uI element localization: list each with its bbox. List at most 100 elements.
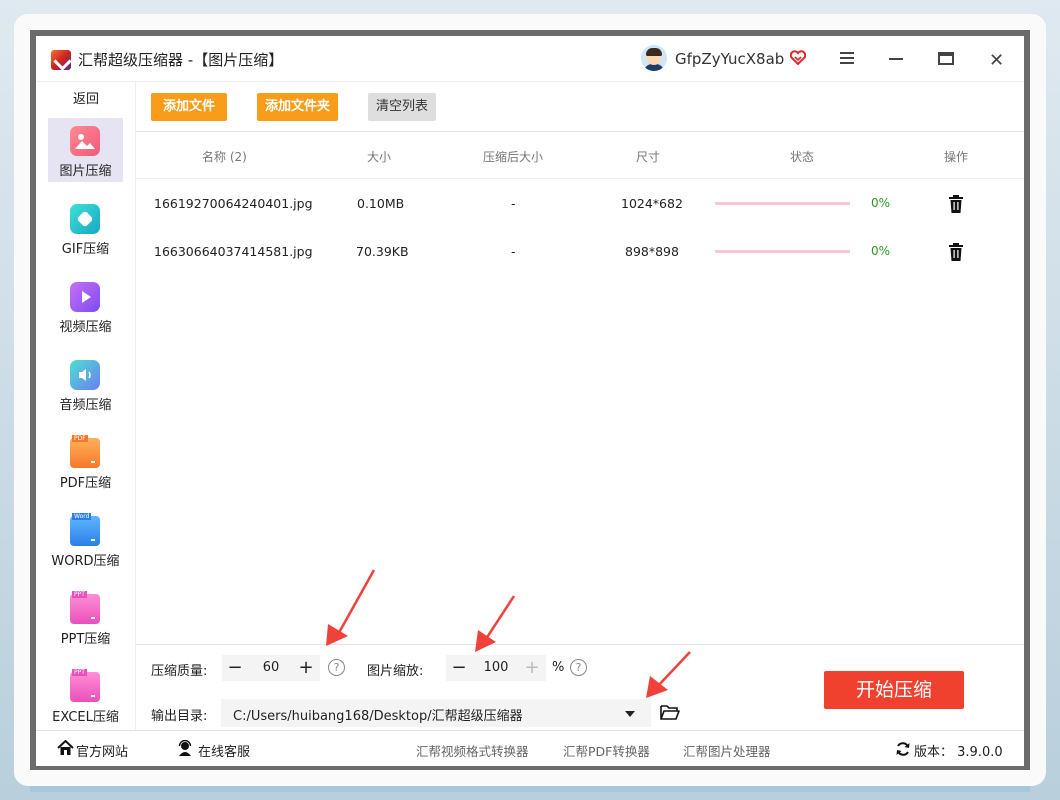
app-name: 汇帮超级压缩器 xyxy=(78,51,184,69)
column-header-actions[interactable]: 操作 xyxy=(944,148,968,165)
quality-decrement-button[interactable]: − xyxy=(223,655,247,681)
sidebar-item-excel[interactable]: PPT EXCEL压缩 xyxy=(48,664,123,728)
add-file-button[interactable]: 添加文件 xyxy=(151,93,227,121)
maximize-icon[interactable] xyxy=(938,52,954,65)
sidebar-item-label: PDF压缩 xyxy=(59,476,112,491)
file-size: 70.39KB xyxy=(356,244,409,259)
trash-icon[interactable] xyxy=(948,195,964,213)
sidebar-item-image[interactable]: 图片压缩 xyxy=(48,118,123,182)
controls-divider xyxy=(136,644,1024,645)
column-header-size[interactable]: 大小 xyxy=(367,148,391,165)
customer-service-icon[interactable] xyxy=(177,740,193,756)
audio-icon xyxy=(70,360,100,390)
gif-icon xyxy=(70,204,100,234)
pdf-icon: PDF xyxy=(70,435,100,468)
quality-help-icon[interactable]: ? xyxy=(328,659,345,676)
module-title: -【图片压缩】 xyxy=(183,51,284,69)
close-icon[interactable]: ✕ xyxy=(989,50,1004,71)
video-converter-link[interactable]: 汇帮视频格式转换器 xyxy=(416,741,529,760)
pdf-tag: PDF xyxy=(72,435,88,442)
scale-unit: % xyxy=(552,660,565,675)
username[interactable]: GfpZyYucX8ab xyxy=(675,50,784,68)
footer: 官方网站 在线客服 汇帮视频格式转换器 汇帮PDF转换器 汇帮图片处理器 版本：… xyxy=(36,730,1024,766)
annotation-arrow-quality xyxy=(326,569,376,646)
file-size: 0.10MB xyxy=(357,196,405,211)
sidebar-item-video[interactable]: 视频压缩 xyxy=(48,274,123,338)
sidebar-item-word[interactable]: Word WORD压缩 xyxy=(48,508,123,572)
table-header-divider xyxy=(136,178,1024,179)
file-name: 16630664037414581.jpg xyxy=(154,244,313,259)
annotation-arrow-output xyxy=(646,651,691,698)
folder-open-icon[interactable] xyxy=(660,704,680,720)
scale-label: 图片缩放: xyxy=(367,664,424,679)
online-support-link[interactable]: 在线客服 xyxy=(198,741,250,760)
progress-bar xyxy=(715,202,850,205)
trash-icon[interactable] xyxy=(948,243,964,261)
column-header-dimensions[interactable]: 尺寸 xyxy=(636,148,660,165)
ppt-tag: PPT xyxy=(72,591,87,598)
sidebar-item-label: 视频压缩 xyxy=(59,320,112,335)
toolbar-divider xyxy=(136,131,1024,132)
excel-icon: PPT xyxy=(70,669,100,702)
annotation-arrow-scale xyxy=(475,595,516,652)
back-button[interactable]: 返回 xyxy=(36,88,136,107)
output-directory-select[interactable]: C:/Users/huibang168/Desktop/汇帮超级压缩器 xyxy=(221,699,651,727)
compressed-size: - xyxy=(511,244,516,259)
sidebar-item-pdf[interactable]: PDF PDF压缩 xyxy=(48,430,123,494)
compressed-size: - xyxy=(511,196,516,211)
start-compress-button[interactable]: 开始压缩 xyxy=(824,671,964,709)
scale-decrement-button[interactable]: − xyxy=(447,655,471,681)
sidebar-item-gif[interactable]: GIF压缩 xyxy=(48,196,123,260)
sidebar-item-label: 图片压缩 xyxy=(59,164,112,179)
home-icon[interactable] xyxy=(57,740,74,756)
window-title: 汇帮超级压缩器 -【图片压缩】 xyxy=(78,49,283,70)
app-window: 汇帮超级压缩器 -【图片压缩】 GfpZyYucX8ab ✕ 返回 图片压缩 G… xyxy=(36,36,1024,766)
sidebar-item-label: WORD压缩 xyxy=(51,554,120,569)
chevron-down-icon[interactable] xyxy=(625,711,635,717)
sidebar-item-label: GIF压缩 xyxy=(61,242,110,257)
clear-list-button[interactable]: 清空列表 xyxy=(368,93,436,121)
refresh-icon[interactable] xyxy=(895,741,911,757)
minimize-icon[interactable] xyxy=(889,58,903,60)
hamburger-menu-icon[interactable] xyxy=(840,52,854,64)
column-header-compressed-size[interactable]: 压缩后大小 xyxy=(483,148,543,165)
desktop-stripe xyxy=(30,786,1030,792)
sidebar-item-label: EXCEL压缩 xyxy=(52,710,119,725)
column-header-status[interactable]: 状态 xyxy=(790,148,814,165)
add-folder-button[interactable]: 添加文件夹 xyxy=(257,93,338,121)
pdf-converter-link[interactable]: 汇帮PDF转换器 xyxy=(563,741,650,760)
quality-value[interactable]: 60 xyxy=(248,655,294,681)
image-processor-link[interactable]: 汇帮图片处理器 xyxy=(683,741,771,760)
sidebar-item-label: PPT压缩 xyxy=(60,632,111,647)
word-icon: Word xyxy=(70,513,100,546)
quality-label: 压缩质量: xyxy=(151,664,208,679)
status-percent: 0% xyxy=(871,244,891,258)
version-label: 版本： 3.9.0.0 xyxy=(914,745,1003,760)
vip-heart-icon[interactable] xyxy=(790,50,806,66)
image-icon xyxy=(70,126,100,156)
scale-stepper: − 100 + xyxy=(446,655,546,681)
word-tag: Word xyxy=(72,513,92,520)
app-logo-icon xyxy=(51,50,71,70)
official-website-link[interactable]: 官方网站 xyxy=(76,741,128,760)
avatar[interactable] xyxy=(641,45,667,71)
scale-help-icon[interactable]: ? xyxy=(570,659,587,676)
ppt-icon: PPT xyxy=(70,591,100,624)
sidebar-item-ppt[interactable]: PPT PPT压缩 xyxy=(48,586,123,650)
quality-increment-button[interactable]: + xyxy=(294,655,318,681)
scale-value[interactable]: 100 xyxy=(472,655,520,681)
quality-stepper: − 60 + xyxy=(222,655,320,681)
scale-increment-button[interactable]: + xyxy=(520,655,544,681)
output-path: C:/Users/huibang168/Desktop/汇帮超级压缩器 xyxy=(233,709,523,724)
file-dimensions: 1024*682 xyxy=(621,196,683,211)
progress-bar xyxy=(715,250,850,253)
title-bar: 汇帮超级压缩器 -【图片压缩】 GfpZyYucX8ab ✕ xyxy=(36,36,1024,82)
file-name: 16619270064240401.jpg xyxy=(154,196,313,211)
video-icon xyxy=(70,282,100,312)
excel-tag: PPT xyxy=(72,669,87,676)
column-header-name[interactable]: 名称 (2) xyxy=(202,148,247,165)
sidebar-item-label: 音频压缩 xyxy=(59,398,112,413)
file-dimensions: 898*898 xyxy=(625,244,679,259)
sidebar: 返回 图片压缩 GIF压缩 视频压缩 音频压缩 PDF PDF压缩 Word W… xyxy=(36,82,136,730)
sidebar-item-audio[interactable]: 音频压缩 xyxy=(48,352,123,416)
